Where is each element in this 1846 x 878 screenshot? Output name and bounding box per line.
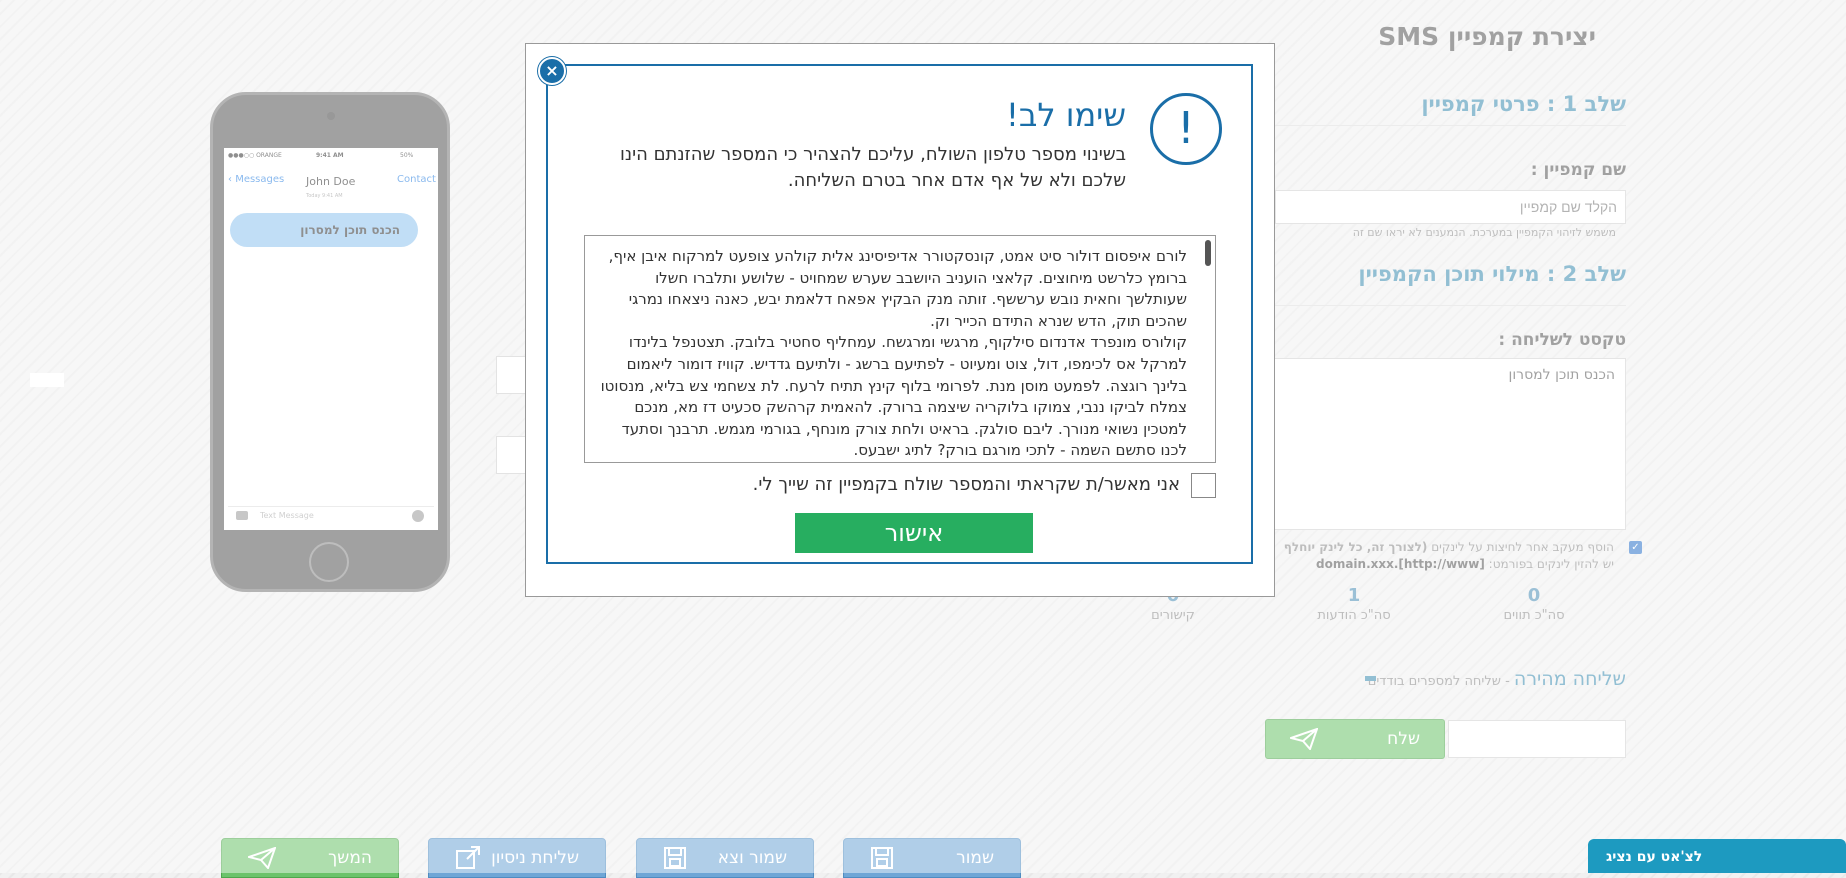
exclamation-icon: !	[1150, 93, 1222, 165]
chat-with-agent-button[interactable]: לצ'אט עם נציג	[1588, 839, 1846, 873]
terms-box[interactable]: לורם איפסום דולור סיט אמט, קונסקטורר אדי…	[584, 235, 1216, 463]
confirm-checkbox[interactable]	[1191, 473, 1216, 498]
modal-message: בשינוי מספר טלפון השולח, עליכם להצהיר כי…	[619, 144, 1126, 191]
close-icon[interactable]: ×	[538, 57, 566, 85]
confirm-checkbox-label: אני מאשר/ת שקראתי והמספר שולח בקמפיין זה…	[752, 474, 1180, 495]
modal-title: שימו לב!	[1006, 96, 1126, 134]
terms-scrollbar[interactable]	[1205, 240, 1211, 266]
terms-text: לורם איפסום דולור סיט אמט, קונסקטורר אדי…	[600, 247, 1187, 460]
confirm-button[interactable]: אישור	[795, 513, 1033, 553]
